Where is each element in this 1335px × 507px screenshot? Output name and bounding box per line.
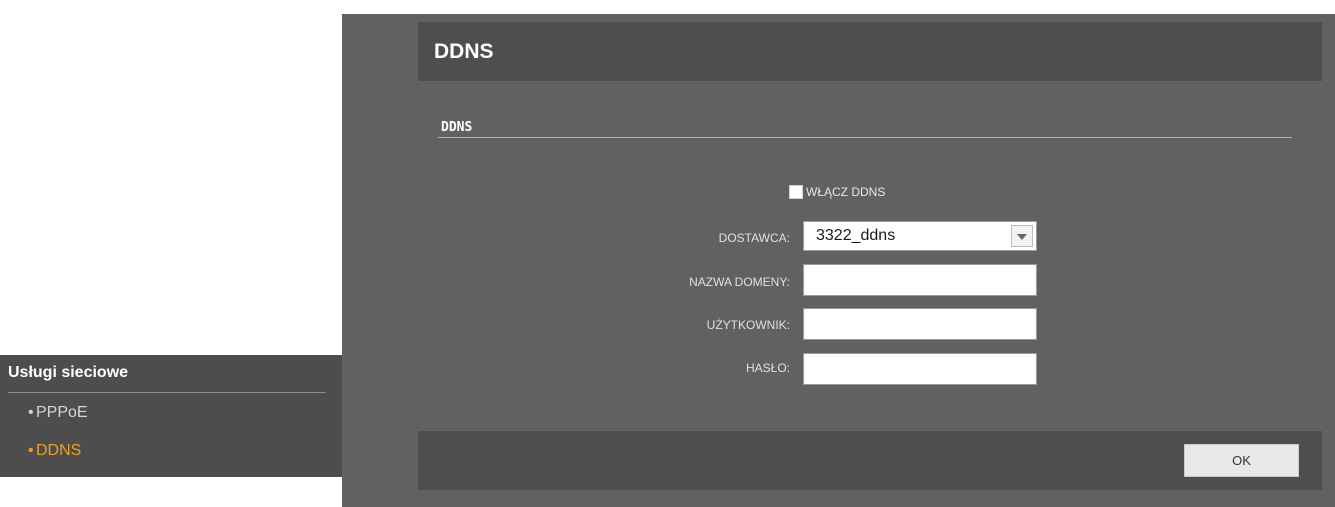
provider-label: DOSTAWCA: [718,231,790,245]
footer-bar: OK [418,431,1322,490]
dropdown-button[interactable] [1011,225,1033,247]
sidebar-title: Usługi sieciowe [8,364,129,381]
section-divider [438,137,1292,138]
bullet-icon: • [28,404,34,421]
domain-label: NAZWA DOMENY: [689,275,790,289]
header-bar: DDNS [418,22,1322,81]
password-label: HASŁO: [745,361,790,375]
sidebar: Usługi sieciowe • PPPoE • DDNS [0,355,342,477]
main-panel: DDNS DDNS WŁĄCZ DDNS DOSTAWCA: 3322_ddns… [342,14,1335,507]
enable-ddns-checkbox[interactable] [789,185,803,199]
provider-select-value: 3322_ddns [816,227,896,244]
page-root: Usługi sieciowe • PPPoE • DDNS DDNS DDNS W… [0,0,1335,507]
section-title: DDNS [441,120,473,135]
sidebar-item-ddns[interactable]: • DDNS [28,442,81,460]
password-input[interactable] [803,353,1037,385]
sidebar-item-label: DDNS [36,442,82,459]
bullet-icon: • [28,442,34,459]
enable-ddns-row: WŁĄCZ DDNS [789,183,885,201]
domain-input[interactable] [803,264,1037,296]
ok-button[interactable]: OK [1184,444,1299,477]
user-input[interactable] [803,308,1037,340]
sidebar-item-pppoe[interactable]: • PPPoE [28,404,88,422]
sidebar-divider [8,392,326,393]
sidebar-item-label: PPPoE [36,404,88,421]
user-label: UŻYTKOWNIK: [706,318,790,332]
page-title: DDNS [434,40,494,63]
chevron-down-icon [1017,234,1027,240]
provider-select[interactable]: 3322_ddns [803,221,1037,251]
enable-ddns-label: WŁĄCZ DDNS [806,185,886,199]
